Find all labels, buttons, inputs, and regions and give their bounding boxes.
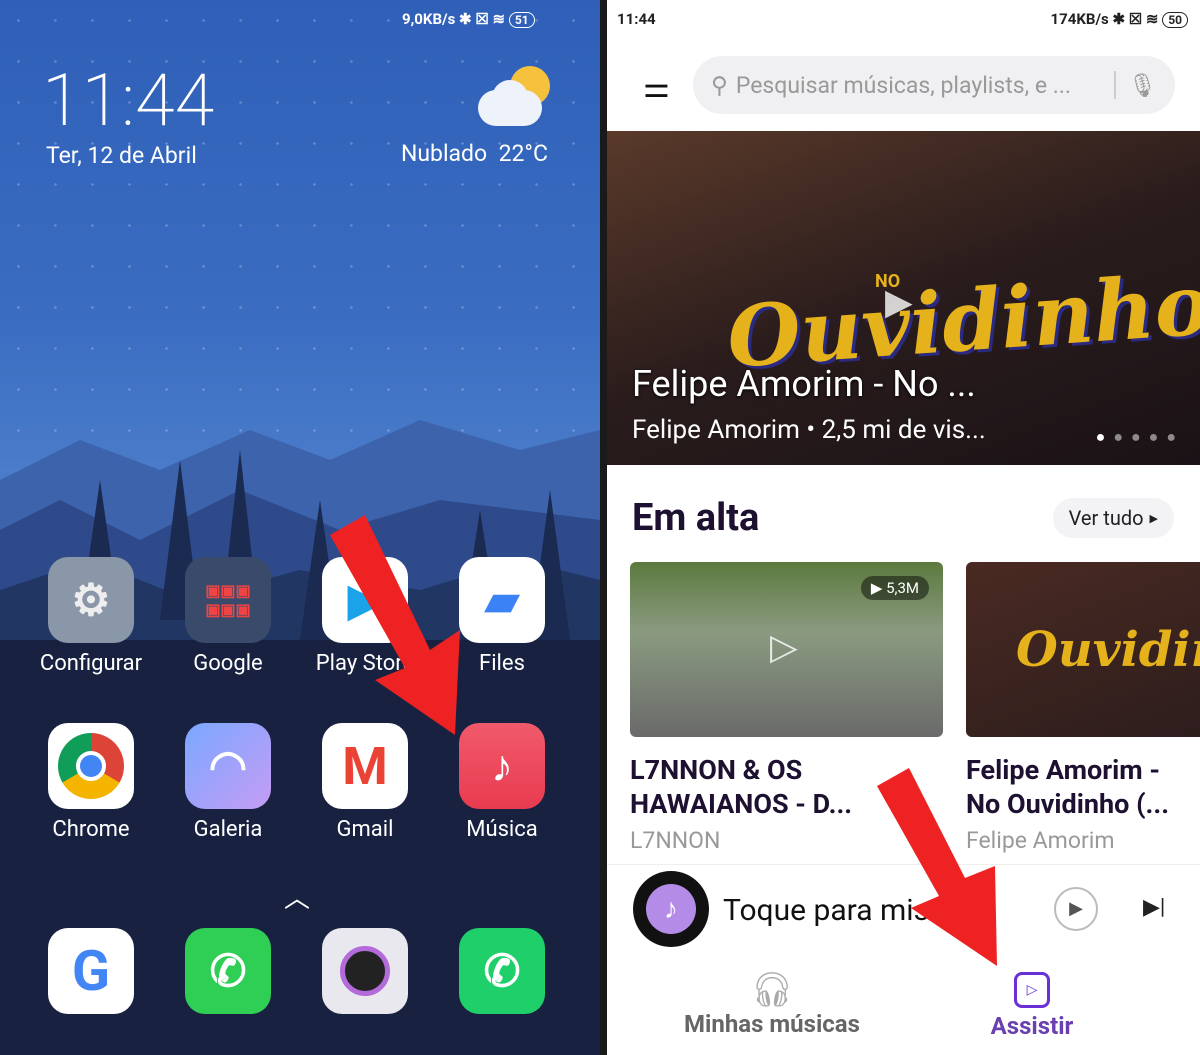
- app-files[interactable]: ▰ Files: [437, 557, 567, 676]
- play-store-icon: ▶: [322, 557, 408, 643]
- weather-text: Nublado 22°C: [400, 140, 548, 167]
- video-thumbnail: Ouvidinh: [966, 562, 1200, 737]
- nav-assistir[interactable]: ▷ Assistir: [967, 972, 1097, 1040]
- play-icon[interactable]: ▶: [885, 281, 913, 323]
- settings-icon: ⚙: [48, 557, 134, 643]
- whatsapp-icon: ✆: [185, 928, 271, 1014]
- battery-icon: 51: [508, 12, 535, 28]
- dock-camera[interactable]: [300, 928, 430, 1014]
- clock[interactable]: 11:44: [42, 58, 214, 143]
- caret-right-icon: ▶: [1149, 511, 1158, 525]
- bluetooth-icon: ✱ ☒: [459, 10, 493, 28]
- status-time: 11:44: [617, 10, 656, 28]
- carousel-dots[interactable]: ●●●●●: [1096, 427, 1184, 447]
- headphones-icon: 🎧︎: [750, 970, 794, 1010]
- music-app: 11:44 174KB/s ✱ ☒ ≋ 50 ⚌ ⚲ Pesquisar mús…: [607, 0, 1200, 1055]
- video-title: Felipe Amorim - No Ouvidinho (...: [966, 754, 1170, 820]
- files-icon: ▰: [459, 557, 545, 643]
- app-play-store[interactable]: ▶ Play Store: [300, 557, 430, 676]
- date: Ter, 12 de Abril: [46, 142, 197, 169]
- video-title: L7NNON & OS HAWAIANOS - D...: [630, 754, 853, 820]
- video-card[interactable]: ▶ 5,3M ▷ L7NNON & OS HAWAIANOS - D... L7…: [630, 562, 943, 854]
- banner-title: Felipe Amorim - No ...: [632, 363, 976, 405]
- google-icon: G: [48, 928, 134, 1014]
- partly-cloudy-icon[interactable]: [478, 66, 550, 126]
- phone-icon: ✆: [459, 928, 545, 1014]
- search-input[interactable]: Pesquisar músicas, playlists, e ...: [736, 72, 1102, 99]
- search-icon: ⚲: [711, 71, 728, 99]
- google-folder-icon: ▣▣▣ ▣▣▣: [185, 557, 271, 643]
- play-icon: ▷: [770, 626, 798, 668]
- filter-icon[interactable]: ⚌: [643, 70, 670, 105]
- bluetooth-icon: ✱ ☒ ≋: [1108, 10, 1163, 28]
- banner-subtitle: Felipe Amorim • 2,5 mi de vis...: [632, 415, 986, 445]
- app-galeria[interactable]: ◠ Galeria: [163, 723, 293, 842]
- mini-player[interactable]: ♪ Toque para misturar ▶ ▶|: [607, 864, 1200, 952]
- microphone-icon[interactable]: 🎙: [1128, 72, 1157, 99]
- search-bar[interactable]: ⚲ Pesquisar músicas, playlists, e ... 🎙: [693, 56, 1175, 114]
- gmail-icon: M: [322, 723, 408, 809]
- dock-whatsapp[interactable]: ✆: [163, 928, 293, 1014]
- wifi-icon: ≋: [492, 10, 506, 28]
- app-chrome[interactable]: Chrome: [26, 723, 156, 842]
- app-google[interactable]: ▣▣▣ ▣▣▣ Google: [163, 557, 293, 676]
- dock-google[interactable]: G: [26, 928, 156, 1014]
- nav-minhas-musicas[interactable]: 🎧︎ Minhas músicas: [667, 970, 877, 1038]
- video-play-icon: ▷: [1014, 972, 1050, 1008]
- battery-icon: 50: [1162, 12, 1188, 28]
- status-bar: 9,0KB/s ✱ ☒ ≋ 51: [402, 10, 535, 28]
- video-card[interactable]: Ouvidinh Felipe Amorim - No Ouvidinho (.…: [966, 562, 1200, 854]
- camera-icon: [322, 928, 408, 1014]
- dock-phone[interactable]: ✆: [437, 928, 567, 1014]
- video-artist: Felipe Amorim: [966, 827, 1115, 854]
- network-speed: 9,0KB/s: [402, 10, 456, 28]
- next-button[interactable]: ▶|: [1143, 895, 1165, 920]
- home-screen: 9,0KB/s ✱ ☒ ≋ 51 11:44 Ter, 12 de Abril …: [0, 0, 600, 1055]
- play-button[interactable]: ▶: [1054, 887, 1098, 931]
- view-count-badge: ▶ 5,3M: [860, 576, 929, 600]
- app-gmail[interactable]: M Gmail: [300, 723, 430, 842]
- chrome-icon: [48, 723, 134, 809]
- app-drawer-chevron-icon[interactable]: ︿: [284, 878, 310, 915]
- video-artist: L7NNON: [630, 827, 721, 854]
- app-configurar[interactable]: ⚙ Configurar: [26, 557, 156, 676]
- gallery-icon: ◠: [185, 723, 271, 809]
- album-art-icon: ♪: [633, 871, 709, 947]
- status-bar: 174KB/s ✱ ☒ ≋ 50: [1051, 10, 1188, 28]
- featured-banner[interactable]: Ouvidinho NO ▶ Felipe Amorim - No ... Fe…: [607, 131, 1200, 465]
- player-text: Toque para misturar: [723, 893, 992, 928]
- video-thumbnail: ▶ 5,3M ▷: [630, 562, 943, 737]
- music-icon: ♪: [459, 723, 545, 809]
- app-musica[interactable]: ♪ Música: [437, 723, 567, 842]
- section-title: Em alta: [632, 496, 760, 540]
- see-all-button[interactable]: Ver tudo ▶: [1052, 498, 1174, 538]
